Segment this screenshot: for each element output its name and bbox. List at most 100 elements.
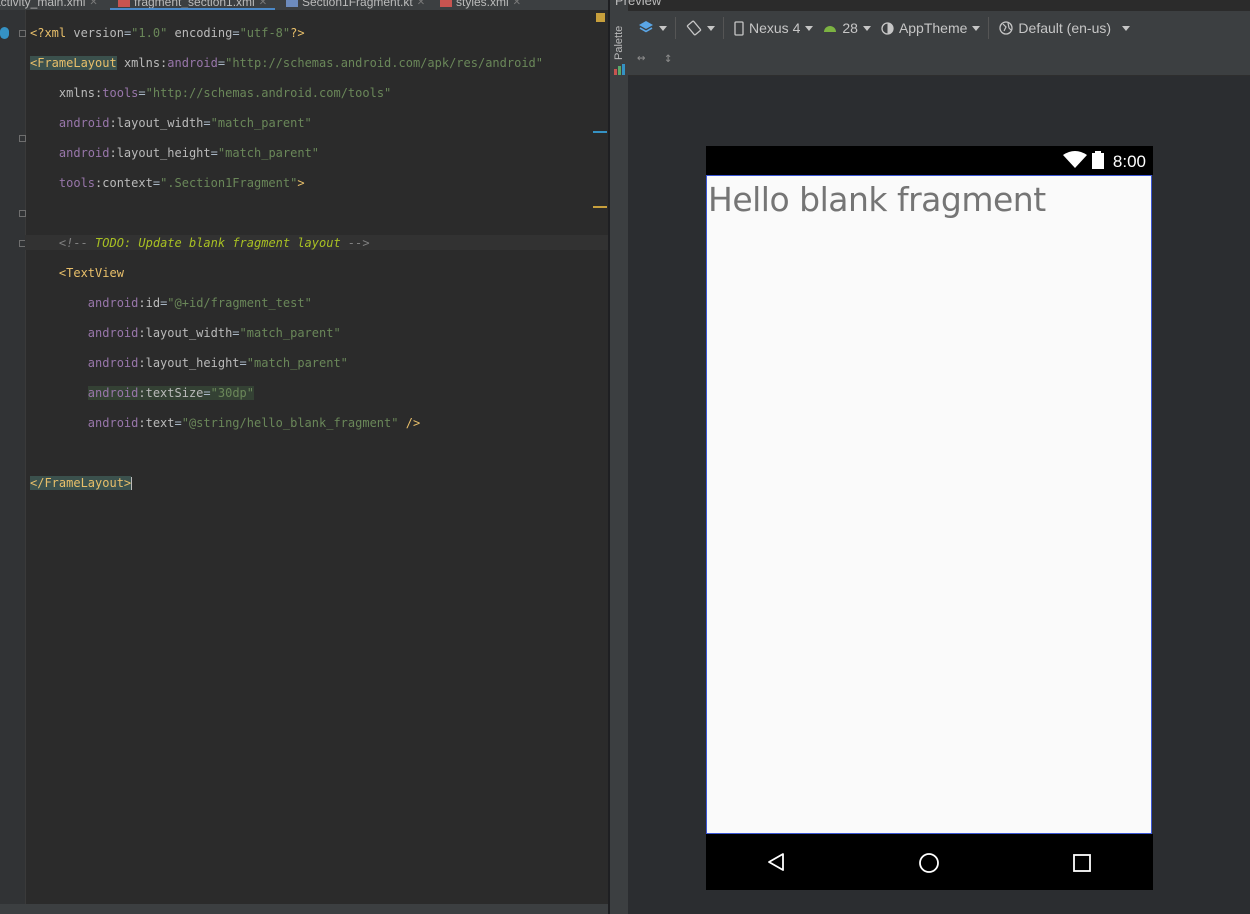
toolbar-separator [723, 17, 724, 39]
token: "match_parent" [239, 326, 341, 340]
orientation-dropdown[interactable] [686, 11, 715, 45]
code-line: android:layout_height="match_parent" [58, 146, 320, 160]
token: TODO: Update blank fragment layout [95, 236, 341, 250]
close-icon[interactable]: ✕ [513, 0, 521, 8]
api-level-label: 28 [842, 20, 858, 36]
close-icon[interactable]: ✕ [417, 0, 425, 8]
gutter-marker-icon[interactable] [0, 27, 9, 39]
token: "match_parent" [210, 116, 312, 130]
home-icon[interactable] [918, 852, 940, 874]
fold-toggle-icon[interactable] [19, 135, 26, 142]
tab-activity-main[interactable]: activity_main.xml ✕ [0, 0, 98, 10]
toolbar-separator [675, 17, 676, 39]
code-line: <!-- TODO: Update blank fragment layout … [30, 236, 543, 251]
xml-file-icon [118, 0, 130, 7]
resize-horizontal-icon[interactable]: ↔ [637, 50, 645, 66]
token: :textSize [138, 386, 204, 400]
editor-tabs: activity_main.xml ✕ fragment_section1.xm… [0, 0, 608, 10]
token: "utf-8" [239, 26, 291, 40]
code-editor[interactable]: <?xml version="1.0" encoding="utf-8"?> <… [0, 10, 608, 904]
api-level-dropdown[interactable]: 28 [823, 11, 871, 45]
code-line: <TextView [30, 266, 543, 281]
tab-label: activity_main.xml [0, 0, 86, 9]
token: android [167, 56, 218, 70]
theme-icon [881, 21, 894, 35]
token: "http://schemas.android.com/apk/res/andr… [225, 56, 543, 70]
warning-status-icon[interactable] [596, 13, 605, 22]
palette-side-tab[interactable] [610, 0, 629, 914]
code-line: android:layout_height="match_parent" [87, 356, 348, 370]
warning-stripe-mark[interactable] [593, 206, 607, 208]
code-line: android:textSize="30dp" [87, 386, 254, 400]
toolbar-separator [988, 17, 990, 39]
token: :layout_height [109, 146, 211, 160]
fold-toggle-icon[interactable] [19, 30, 26, 37]
device-dropdown[interactable]: Nexus 4 [734, 11, 814, 45]
locale-dropdown[interactable]: Default (en-us) [999, 11, 1131, 45]
recents-icon[interactable] [1073, 854, 1091, 872]
device-nav-bar [706, 834, 1153, 890]
token: ".Section1Fragment" [160, 176, 298, 190]
editor-gutter [0, 10, 26, 904]
globe-icon [999, 21, 1014, 35]
token: </FrameLayout> [30, 476, 132, 490]
token: android [87, 416, 139, 430]
token: "30dp" [210, 386, 254, 400]
battery-icon [1092, 151, 1104, 169]
device-screen[interactable]: Hello blank fragment [706, 175, 1152, 834]
horizontal-scrollbar[interactable] [0, 904, 608, 914]
token: tools [58, 176, 96, 190]
token: "1.0" [131, 26, 168, 40]
device-label: Nexus 4 [749, 20, 801, 36]
token: <TextView [58, 266, 124, 280]
phone-icon [734, 20, 744, 36]
android-icon [824, 26, 837, 32]
code-line: android:layout_width="match_parent" [87, 326, 341, 340]
token: "http://schemas.android.com/tools" [145, 86, 392, 100]
token: xmlns: [123, 56, 168, 70]
tab-label: Section1Fragment.kt [302, 0, 413, 9]
design-surface-dropdown[interactable] [638, 11, 667, 45]
back-icon[interactable] [766, 852, 786, 872]
token: tools [102, 86, 139, 100]
palette-label[interactable]: Palette [613, 26, 625, 60]
code-line: <?xml version="1.0" encoding="utf-8"?> [30, 26, 305, 40]
token: :layout_width [109, 116, 204, 130]
token: > [297, 176, 305, 190]
textview-fragment-test[interactable]: Hello blank fragment [708, 180, 1046, 219]
chevron-down-icon [805, 25, 814, 31]
resize-vertical-icon[interactable]: ↕ [664, 50, 672, 66]
token: android [58, 116, 110, 130]
close-icon[interactable]: ✕ [89, 0, 97, 8]
token: "@string/hello_blank_fragment" [181, 416, 399, 430]
close-icon[interactable]: ✕ [259, 0, 267, 8]
code-line: android:layout_width="match_parent" [58, 116, 312, 130]
chevron-down-icon [707, 25, 715, 31]
preview-title: Preview [615, 0, 662, 8]
tab-styles[interactable]: styles.xml ✕ [440, 0, 521, 10]
code-line: android:id="@+id/fragment_test" [87, 296, 312, 310]
error-stripe-mark[interactable] [593, 131, 607, 133]
token: :layout_height [138, 356, 240, 370]
theme-dropdown[interactable]: AppTheme [881, 11, 981, 45]
text-caret [131, 477, 133, 490]
token: android [87, 326, 139, 340]
tab-section1fragment-kt[interactable]: Section1Fragment.kt ✕ [286, 0, 425, 10]
token: android [58, 146, 110, 160]
tab-label: styles.xml [456, 0, 509, 9]
token: /> [405, 416, 421, 430]
rotate-icon [686, 20, 702, 36]
token: --> [347, 236, 370, 250]
code-text[interactable]: <?xml version="1.0" encoding="utf-8"?> <… [30, 11, 543, 521]
token: xmlns: [58, 86, 103, 100]
token: "match_parent" [246, 356, 348, 370]
token: version [73, 26, 124, 40]
device-status-bar: 8:00 [706, 146, 1153, 175]
chevron-down-icon [862, 25, 871, 31]
fold-toggle-icon[interactable] [19, 210, 26, 217]
xml-file-icon [440, 0, 452, 7]
chevron-down-icon [659, 25, 667, 31]
chevron-down-icon [1122, 25, 1131, 31]
